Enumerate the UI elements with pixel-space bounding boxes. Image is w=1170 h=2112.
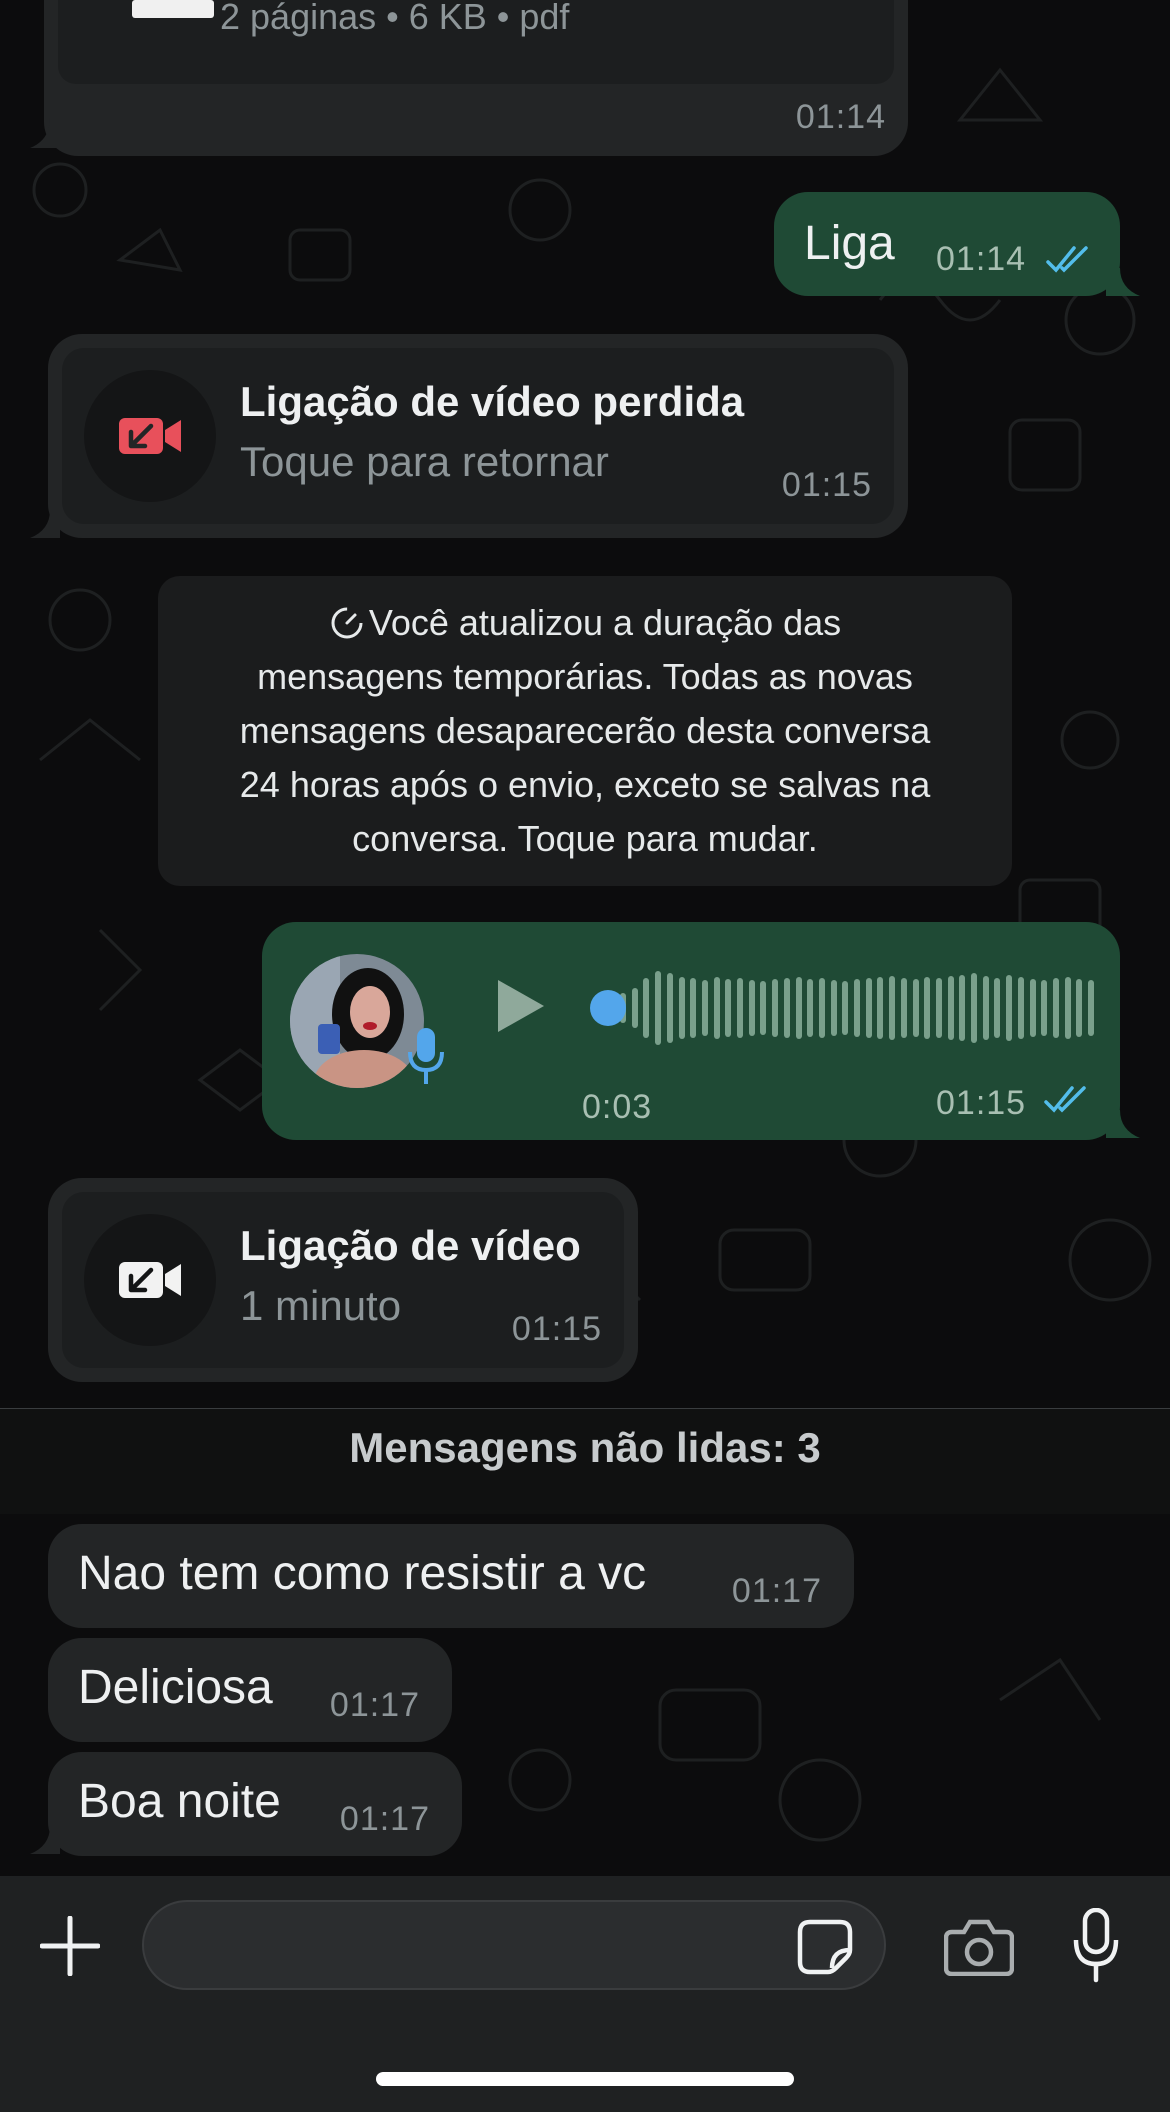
waveform-bar xyxy=(666,973,673,1043)
message-time: 01:15 xyxy=(511,1310,602,1348)
message-time: 01:15 xyxy=(781,466,872,504)
message-time: 01:15 xyxy=(936,1084,1027,1122)
unread-messages-label: Mensagens não lidas: 3 xyxy=(349,1424,821,1471)
waveform-bar xyxy=(935,978,942,1038)
waveform-bar xyxy=(701,980,708,1036)
waveform-bar xyxy=(959,975,966,1041)
notice-line-4: 24 horas após o envio, exceto se salvas … xyxy=(239,764,931,805)
message-text: Nao tem como resistir a vc xyxy=(78,1547,647,1600)
waveform-bar xyxy=(854,979,860,1037)
incoming-message-bubble[interactable]: Nao tem como resistir a vc 01:17 xyxy=(48,1524,854,1628)
waveform-bar xyxy=(818,978,825,1038)
call-title: Ligação de vídeo perdida xyxy=(240,378,745,425)
message-time: 01:17 xyxy=(339,1800,430,1838)
home-indicator xyxy=(376,2072,794,2086)
waveform-bar xyxy=(737,978,743,1038)
waveform-bar xyxy=(713,977,720,1039)
notice-line-5: conversa. Toque para mudar. xyxy=(352,818,818,859)
waveform-bar xyxy=(655,971,662,1045)
waveform-bar xyxy=(877,977,884,1039)
waveform-bar xyxy=(795,977,802,1039)
message-time: 01:14 xyxy=(795,98,886,136)
waveform-bar xyxy=(1076,979,1083,1037)
notice-line-1: Você atualizou a duração das xyxy=(158,596,1012,650)
waveform-bar xyxy=(772,979,779,1037)
play-icon[interactable] xyxy=(494,978,546,1034)
waveform-bar xyxy=(1088,980,1094,1036)
microphone-icon[interactable] xyxy=(1072,1908,1120,1984)
missed-video-call-icon xyxy=(119,418,181,454)
waveform-bar xyxy=(643,978,650,1038)
waveform-bar xyxy=(748,980,755,1036)
sender-avatar xyxy=(290,954,424,1088)
incoming-message-bubble[interactable]: Deliciosa 01:17 xyxy=(48,1638,452,1742)
read-receipt-icon xyxy=(1046,246,1088,273)
message-time: 01:14 xyxy=(936,240,1027,278)
waveform-bar xyxy=(725,979,732,1037)
waveform-bar xyxy=(971,973,977,1043)
timer-icon xyxy=(331,607,363,639)
waveform-bar xyxy=(678,977,685,1039)
waveform-bar xyxy=(994,978,1001,1038)
missed-video-call-bubble[interactable]: Ligação de vídeo perdida Toque para reto… xyxy=(48,334,908,538)
pdf-file-icon xyxy=(132,0,214,18)
document-preview[interactable]: 2 páginas • 6 KB • pdf xyxy=(58,0,894,84)
disappearing-messages-notice[interactable]: Você atualizou a duração das mensagens t… xyxy=(158,576,1012,886)
message-input[interactable] xyxy=(142,1900,886,1990)
notice-line-2: mensagens temporárias. Todas as novas xyxy=(257,656,913,697)
document-meta: 2 páginas • 6 KB • pdf xyxy=(220,0,570,37)
waveform-bar xyxy=(807,979,814,1037)
waveform-bar xyxy=(783,978,790,1038)
waveform-bar xyxy=(631,988,638,1028)
bubble-tail xyxy=(1106,1110,1140,1138)
call-subtitle: Toque para retornar xyxy=(240,438,609,485)
waveform-bar xyxy=(842,981,849,1035)
message-text: Boa noite xyxy=(78,1775,281,1828)
read-receipt-icon xyxy=(1044,1086,1086,1113)
message-time: 01:17 xyxy=(731,1572,822,1610)
waveform-bar xyxy=(982,976,989,1040)
waveform-bar xyxy=(1017,977,1024,1039)
attach-plus-icon[interactable] xyxy=(40,1916,100,1976)
sticker-icon[interactable] xyxy=(796,1918,854,1976)
waveform-bar xyxy=(1041,980,1048,1036)
waveform-bar xyxy=(912,979,919,1037)
waveform-bar xyxy=(865,978,872,1038)
video-call-icon-circle xyxy=(84,1214,216,1346)
missed-call-icon-circle xyxy=(84,370,216,502)
bubble-tail xyxy=(30,510,60,538)
avatar-photo xyxy=(290,954,424,1088)
bubble-tail xyxy=(1106,268,1140,296)
waveform-bar xyxy=(924,977,931,1039)
call-title: Ligação de vídeo xyxy=(240,1222,581,1269)
waveform-bar xyxy=(947,976,954,1040)
waveform-bar xyxy=(889,976,896,1040)
message-text: Liga xyxy=(804,217,895,270)
video-call-bubble[interactable]: Ligação de vídeo 1 minuto 01:15 xyxy=(48,1178,638,1382)
voice-duration: 0:03 xyxy=(582,1088,653,1126)
document-message-bubble[interactable]: 2 páginas • 6 KB • pdf 01:14 xyxy=(44,0,908,156)
bubble-tail xyxy=(30,1826,60,1854)
video-call-icon xyxy=(119,1262,181,1298)
notice-line-3: mensagens desaparecerão desta conversa xyxy=(239,710,931,751)
message-time: 01:17 xyxy=(329,1686,420,1724)
waveform-bar xyxy=(900,978,907,1038)
message-text: Deliciosa xyxy=(78,1661,273,1714)
waveform-bar xyxy=(1029,979,1036,1037)
waveform-bar xyxy=(830,980,837,1036)
waveform[interactable] xyxy=(580,960,1094,1056)
waveform-bar xyxy=(1006,975,1013,1041)
waveform-bar xyxy=(1064,977,1071,1039)
outgoing-message-bubble[interactable]: Liga 01:14 xyxy=(774,192,1120,296)
bubble-tail xyxy=(30,118,60,148)
camera-icon[interactable] xyxy=(944,1918,1014,1976)
incoming-message-bubble[interactable]: Boa noite 01:17 xyxy=(48,1752,462,1856)
waveform-bar xyxy=(1052,978,1059,1038)
unread-divider xyxy=(0,1408,1170,1409)
waveform-bar xyxy=(760,981,767,1035)
playback-scrubber[interactable] xyxy=(590,990,626,1026)
call-subtitle: 1 minuto xyxy=(240,1282,402,1329)
waveform-bar xyxy=(690,978,697,1038)
voice-note-mic-icon xyxy=(408,1028,444,1084)
